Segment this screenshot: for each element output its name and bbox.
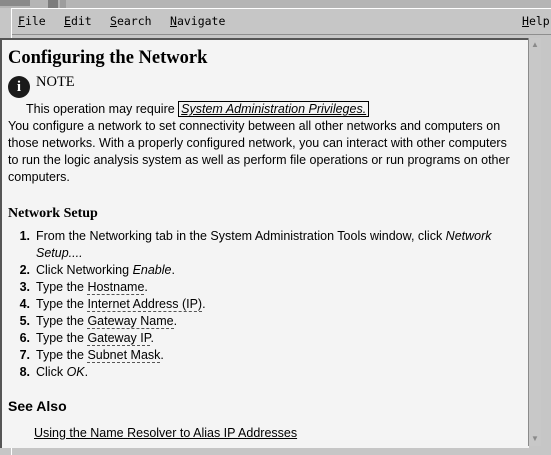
- note-text: This operation may require System Admini…: [26, 101, 370, 118]
- hostname-link[interactable]: Hostname: [87, 280, 145, 295]
- note-label: NOTE: [36, 74, 75, 90]
- info-icon: i: [8, 76, 30, 98]
- menu-navigate[interactable]: Navigate: [170, 14, 225, 28]
- step-item: 2. Click Networking Enable.: [19, 263, 175, 277]
- menu-file[interactable]: File: [18, 14, 46, 28]
- menu-help[interactable]: Help: [522, 14, 550, 28]
- step-item: 4. Type the Internet Address (IP).: [19, 297, 206, 312]
- step-item: 3. Type the Hostname.: [19, 280, 148, 295]
- background-window-edge: [60, 0, 66, 8]
- scroll-down-arrow-icon[interactable]: ▼: [530, 434, 540, 444]
- see-also-heading: See Also: [8, 398, 67, 414]
- menu-bar: File Edit Search Navigate Help: [12, 9, 551, 35]
- system-admin-privileges-link[interactable]: System Administration Privileges.: [178, 101, 370, 117]
- vertical-scrollbar[interactable]: ▲ ▼: [528, 38, 541, 446]
- network-setup-heading: Network Setup: [8, 206, 98, 221]
- background-window-edge: [0, 0, 30, 6]
- help-content-pane: Configuring the Network i NOTE This oper…: [0, 38, 529, 448]
- gateway-name-link[interactable]: Gateway Name: [87, 314, 174, 329]
- scroll-up-arrow-icon[interactable]: ▲: [530, 40, 540, 50]
- gateway-ip-link[interactable]: Gateway IP: [87, 331, 151, 346]
- step-item: 5. Type the Gateway Name.: [19, 314, 178, 329]
- network-setup-steps: 1. From the Networking tab in the System …: [8, 228, 522, 381]
- internet-address-link[interactable]: Internet Address (IP): [87, 297, 203, 312]
- step-item: 8. Click OK.: [19, 365, 89, 379]
- name-resolver-link[interactable]: Using the Name Resolver to Alias IP Addr…: [34, 426, 297, 440]
- intro-paragraph: You configure a network to set connectiv…: [8, 119, 510, 184]
- step-item: 6. Type the Gateway IP.: [19, 331, 154, 346]
- background-window-edge: [48, 0, 58, 8]
- background-strip: [0, 0, 551, 8]
- page-title: Configuring the Network: [8, 48, 208, 68]
- menu-edit[interactable]: Edit: [64, 14, 92, 28]
- step-item: 1. From the Networking tab in the System …: [19, 229, 492, 260]
- step-item: 7. Type the Subnet Mask.: [19, 348, 164, 363]
- menu-search[interactable]: Search: [110, 14, 152, 28]
- subnet-mask-link[interactable]: Subnet Mask: [87, 348, 161, 363]
